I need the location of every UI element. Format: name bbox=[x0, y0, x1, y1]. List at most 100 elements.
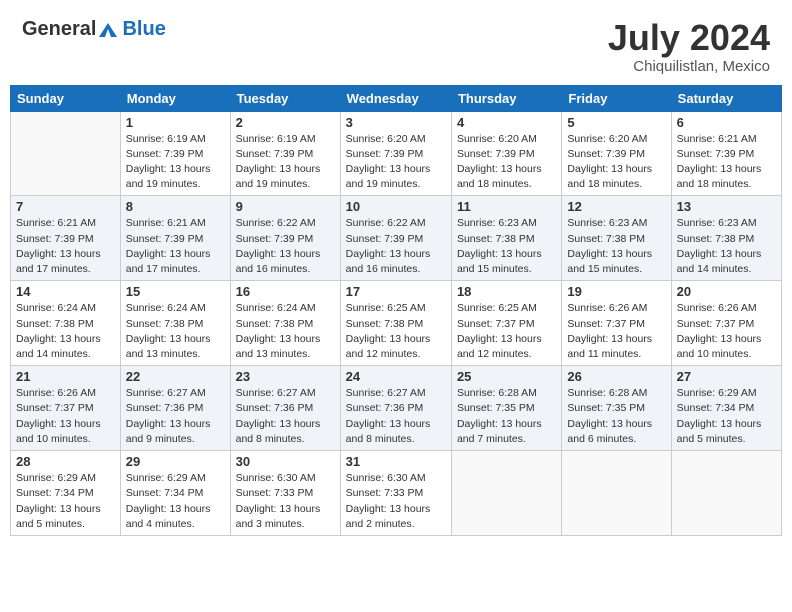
day-number: 31 bbox=[346, 454, 446, 469]
calendar-cell: 20 Sunrise: 6:26 AM Sunset: 7:37 PM Dayli… bbox=[671, 281, 781, 366]
logo: General Blue bbox=[22, 18, 166, 41]
calendar-cell: 9Sunrise: 6:22 AM Sunset: 7:39 PM Daylig… bbox=[230, 196, 340, 281]
weekday-header-row: SundayMondayTuesdayWednesdayThursdayFrid… bbox=[11, 85, 782, 111]
day-number: 19 bbox=[567, 284, 665, 299]
day-info: Sunrise: 6:25 AM Sunset: 7:38 PM Dayligh… bbox=[346, 301, 446, 362]
day-info: Sunrise: 6:29 AM Sunset: 7:34 PM Dayligh… bbox=[16, 471, 115, 532]
day-number: 10 bbox=[346, 199, 446, 214]
day-info: Sunrise: 6:24 AM Sunset: 7:38 PM Dayligh… bbox=[126, 301, 225, 362]
month-title: July 2024 bbox=[608, 18, 770, 58]
calendar-cell: 23Sunrise: 6:27 AM Sunset: 7:36 PM Dayli… bbox=[230, 366, 340, 451]
day-info: Sunrise: 6:26 AM Sunset: 7:37 PM Dayligh… bbox=[677, 301, 776, 362]
day-info: Sunrise: 6:28 AM Sunset: 7:35 PM Dayligh… bbox=[457, 386, 556, 447]
day-number: 1 bbox=[126, 115, 225, 130]
calendar-cell: 8 Sunrise: 6:21 AM Sunset: 7:39 PM Daylig… bbox=[120, 196, 230, 281]
day-info: Sunrise: 6:26 AM Sunset: 7:37 PM Dayligh… bbox=[567, 301, 665, 362]
calendar-cell: 17 Sunrise: 6:25 AM Sunset: 7:38 PM Dayli… bbox=[340, 281, 451, 366]
calendar-cell: 22Sunrise: 6:27 AM Sunset: 7:36 PM Dayli… bbox=[120, 366, 230, 451]
day-number: 12 bbox=[567, 199, 665, 214]
calendar-cell bbox=[562, 451, 671, 536]
calendar-cell: 27Sunrise: 6:29 AM Sunset: 7:34 PM Dayli… bbox=[671, 366, 781, 451]
day-number: 4 bbox=[457, 115, 556, 130]
day-info: Sunrise: 6:19 AM Sunset: 7:39 PM Dayligh… bbox=[236, 132, 335, 193]
day-number: 21 bbox=[16, 369, 115, 384]
weekday-header-cell: Saturday bbox=[671, 85, 781, 111]
calendar-cell: 24 Sunrise: 6:27 AM Sunset: 7:36 PM Dayli… bbox=[340, 366, 451, 451]
calendar-cell: 11 Sunrise: 6:23 AM Sunset: 7:38 PM Dayli… bbox=[451, 196, 561, 281]
calendar-cell: 18 Sunrise: 6:25 AM Sunset: 7:37 PM Dayli… bbox=[451, 281, 561, 366]
day-number: 8 bbox=[126, 199, 225, 214]
day-number: 3 bbox=[346, 115, 446, 130]
day-info: Sunrise: 6:21 AM Sunset: 7:39 PM Dayligh… bbox=[677, 132, 776, 193]
weekday-header-cell: Friday bbox=[562, 85, 671, 111]
day-number: 6 bbox=[677, 115, 776, 130]
title-block: July 2024 Chiquilistlan, Mexico bbox=[608, 18, 770, 75]
calendar-cell: 30 Sunrise: 6:30 AM Sunset: 7:33 PM Dayli… bbox=[230, 451, 340, 536]
day-info: Sunrise: 6:20 AM Sunset: 7:39 PM Dayligh… bbox=[457, 132, 556, 193]
calendar-cell: 29Sunrise: 6:29 AM Sunset: 7:34 PM Dayli… bbox=[120, 451, 230, 536]
day-number: 7 bbox=[16, 199, 115, 214]
calendar-cell: 12Sunrise: 6:23 AM Sunset: 7:38 PM Dayli… bbox=[562, 196, 671, 281]
page-header: General Blue July 2024 Chiquilistlan, Me… bbox=[10, 10, 782, 79]
day-info: Sunrise: 6:30 AM Sunset: 7:33 PM Dayligh… bbox=[236, 471, 335, 532]
day-info: Sunrise: 6:21 AM Sunset: 7:39 PM Dayligh… bbox=[16, 216, 115, 277]
day-number: 13 bbox=[677, 199, 776, 214]
calendar-row: 21 Sunrise: 6:26 AM Sunset: 7:37 PM Dayli… bbox=[11, 366, 782, 451]
day-info: Sunrise: 6:27 AM Sunset: 7:36 PM Dayligh… bbox=[346, 386, 446, 447]
day-number: 27 bbox=[677, 369, 776, 384]
weekday-header-cell: Tuesday bbox=[230, 85, 340, 111]
day-number: 20 bbox=[677, 284, 776, 299]
day-info: Sunrise: 6:22 AM Sunset: 7:39 PM Dayligh… bbox=[236, 216, 335, 277]
day-info: Sunrise: 6:24 AM Sunset: 7:38 PM Dayligh… bbox=[236, 301, 335, 362]
calendar-cell: 16 Sunrise: 6:24 AM Sunset: 7:38 PM Dayli… bbox=[230, 281, 340, 366]
calendar-cell: 4 Sunrise: 6:20 AM Sunset: 7:39 PM Daylig… bbox=[451, 111, 561, 196]
day-number: 28 bbox=[16, 454, 115, 469]
day-info: Sunrise: 6:25 AM Sunset: 7:37 PM Dayligh… bbox=[457, 301, 556, 362]
calendar-cell: 3 Sunrise: 6:20 AM Sunset: 7:39 PM Daylig… bbox=[340, 111, 451, 196]
calendar-cell: 31 Sunrise: 6:30 AM Sunset: 7:33 PM Dayli… bbox=[340, 451, 451, 536]
day-number: 25 bbox=[457, 369, 556, 384]
day-number: 2 bbox=[236, 115, 335, 130]
calendar-cell: 21 Sunrise: 6:26 AM Sunset: 7:37 PM Dayli… bbox=[11, 366, 121, 451]
day-number: 17 bbox=[346, 284, 446, 299]
day-number: 30 bbox=[236, 454, 335, 469]
weekday-header-cell: Monday bbox=[120, 85, 230, 111]
calendar-row: 14 Sunrise: 6:24 AM Sunset: 7:38 PM Dayli… bbox=[11, 281, 782, 366]
calendar-row: 28 Sunrise: 6:29 AM Sunset: 7:34 PM Dayli… bbox=[11, 451, 782, 536]
day-info: Sunrise: 6:30 AM Sunset: 7:33 PM Dayligh… bbox=[346, 471, 446, 532]
weekday-header-cell: Thursday bbox=[451, 85, 561, 111]
day-number: 22 bbox=[126, 369, 225, 384]
day-number: 18 bbox=[457, 284, 556, 299]
day-info: Sunrise: 6:26 AM Sunset: 7:37 PM Dayligh… bbox=[16, 386, 115, 447]
calendar-cell: 7 Sunrise: 6:21 AM Sunset: 7:39 PM Daylig… bbox=[11, 196, 121, 281]
day-info: Sunrise: 6:20 AM Sunset: 7:39 PM Dayligh… bbox=[346, 132, 446, 193]
day-number: 16 bbox=[236, 284, 335, 299]
calendar-table: SundayMondayTuesdayWednesdayThursdayFrid… bbox=[10, 85, 782, 536]
calendar-cell: 28 Sunrise: 6:29 AM Sunset: 7:34 PM Dayli… bbox=[11, 451, 121, 536]
day-number: 24 bbox=[346, 369, 446, 384]
day-info: Sunrise: 6:28 AM Sunset: 7:35 PM Dayligh… bbox=[567, 386, 665, 447]
day-info: Sunrise: 6:19 AM Sunset: 7:39 PM Dayligh… bbox=[126, 132, 225, 193]
calendar-cell: 10Sunrise: 6:22 AM Sunset: 7:39 PM Dayli… bbox=[340, 196, 451, 281]
calendar-body: 1 Sunrise: 6:19 AM Sunset: 7:39 PM Daylig… bbox=[11, 111, 782, 535]
weekday-header-cell: Sunday bbox=[11, 85, 121, 111]
day-number: 5 bbox=[567, 115, 665, 130]
calendar-cell: 25 Sunrise: 6:28 AM Sunset: 7:35 PM Dayli… bbox=[451, 366, 561, 451]
calendar-cell: 14 Sunrise: 6:24 AM Sunset: 7:38 PM Dayli… bbox=[11, 281, 121, 366]
calendar-cell: 2 Sunrise: 6:19 AM Sunset: 7:39 PM Daylig… bbox=[230, 111, 340, 196]
calendar-cell: 1 Sunrise: 6:19 AM Sunset: 7:39 PM Daylig… bbox=[120, 111, 230, 196]
day-info: Sunrise: 6:24 AM Sunset: 7:38 PM Dayligh… bbox=[16, 301, 115, 362]
day-number: 14 bbox=[16, 284, 115, 299]
day-info: Sunrise: 6:29 AM Sunset: 7:34 PM Dayligh… bbox=[126, 471, 225, 532]
calendar-row: 7 Sunrise: 6:21 AM Sunset: 7:39 PM Daylig… bbox=[11, 196, 782, 281]
day-number: 23 bbox=[236, 369, 335, 384]
calendar-cell bbox=[451, 451, 561, 536]
day-number: 26 bbox=[567, 369, 665, 384]
calendar-cell: 19 Sunrise: 6:26 AM Sunset: 7:37 PM Dayli… bbox=[562, 281, 671, 366]
day-info: Sunrise: 6:23 AM Sunset: 7:38 PM Dayligh… bbox=[457, 216, 556, 277]
day-number: 11 bbox=[457, 199, 556, 214]
calendar-cell: 26 Sunrise: 6:28 AM Sunset: 7:35 PM Dayli… bbox=[562, 366, 671, 451]
day-info: Sunrise: 6:23 AM Sunset: 7:38 PM Dayligh… bbox=[677, 216, 776, 277]
day-info: Sunrise: 6:21 AM Sunset: 7:39 PM Dayligh… bbox=[126, 216, 225, 277]
weekday-header-cell: Wednesday bbox=[340, 85, 451, 111]
